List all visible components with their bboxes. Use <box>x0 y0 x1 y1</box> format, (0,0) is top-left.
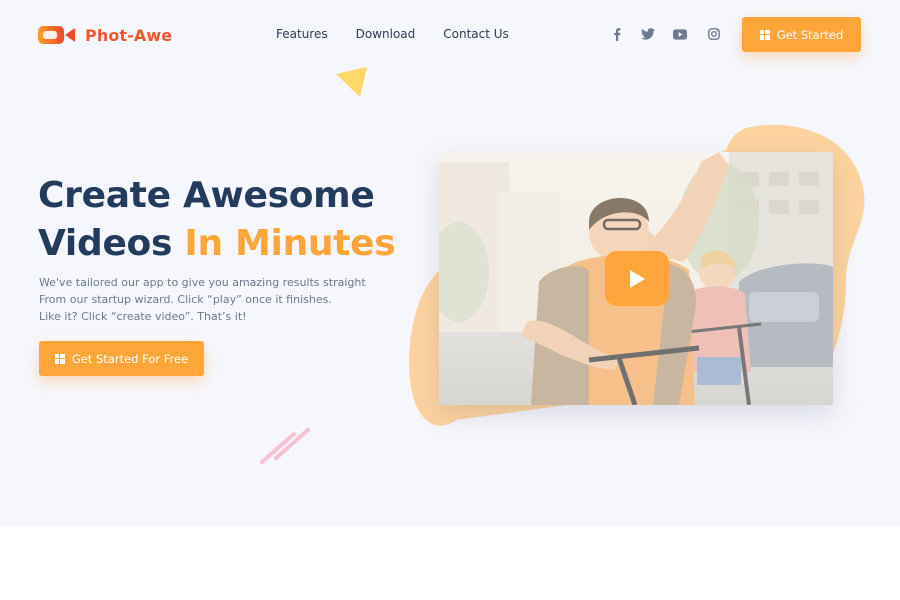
headline-line2-prefix: Videos <box>38 223 185 264</box>
video-camera-icon <box>38 24 76 46</box>
nav-link-contact-us[interactable]: Contact Us <box>443 27 509 41</box>
get-started-label: Get Started <box>776 27 844 42</box>
hero-description: We've tailored our app to give you amazi… <box>39 274 379 325</box>
logo[interactable]: Phot-Awe <box>38 22 172 48</box>
description-line3: Like it? Click “create video”. That’s it… <box>39 310 247 323</box>
headline-line1: Create Awesome <box>38 175 375 216</box>
facebook-icon[interactable] <box>610 27 624 41</box>
get-started-button[interactable]: Get Started <box>742 17 861 52</box>
hero-section: Phot-Awe Features Download Contact Us Ge… <box>0 0 900 527</box>
windows-icon <box>759 29 770 40</box>
brand-name: Phot-Awe <box>85 25 173 45</box>
hero-headline: Create Awesome Videos In Minutes <box>38 172 396 268</box>
decorative-triangle <box>336 67 367 97</box>
nav-link-features[interactable]: Features <box>276 27 328 41</box>
description-line2: From our startup wizard. Click “play” on… <box>39 293 332 306</box>
description-line1: We've tailored our app to give you amazi… <box>39 276 366 289</box>
get-started-free-button[interactable]: Get Started For Free <box>39 341 204 376</box>
youtube-icon[interactable] <box>673 27 687 41</box>
social-links <box>610 27 721 41</box>
play-button[interactable] <box>605 251 669 306</box>
headline-accent: In Minutes <box>184 223 396 264</box>
decorative-slashes <box>259 427 311 465</box>
instagram-icon[interactable] <box>707 27 721 41</box>
below-fold-section <box>0 527 900 600</box>
play-icon <box>630 269 645 288</box>
nav-link-download[interactable]: Download <box>356 27 416 41</box>
get-started-free-label: Get Started For Free <box>71 351 189 366</box>
twitter-icon[interactable] <box>641 27 655 41</box>
windows-icon <box>54 353 65 364</box>
main-nav: Features Download Contact Us <box>276 27 509 41</box>
